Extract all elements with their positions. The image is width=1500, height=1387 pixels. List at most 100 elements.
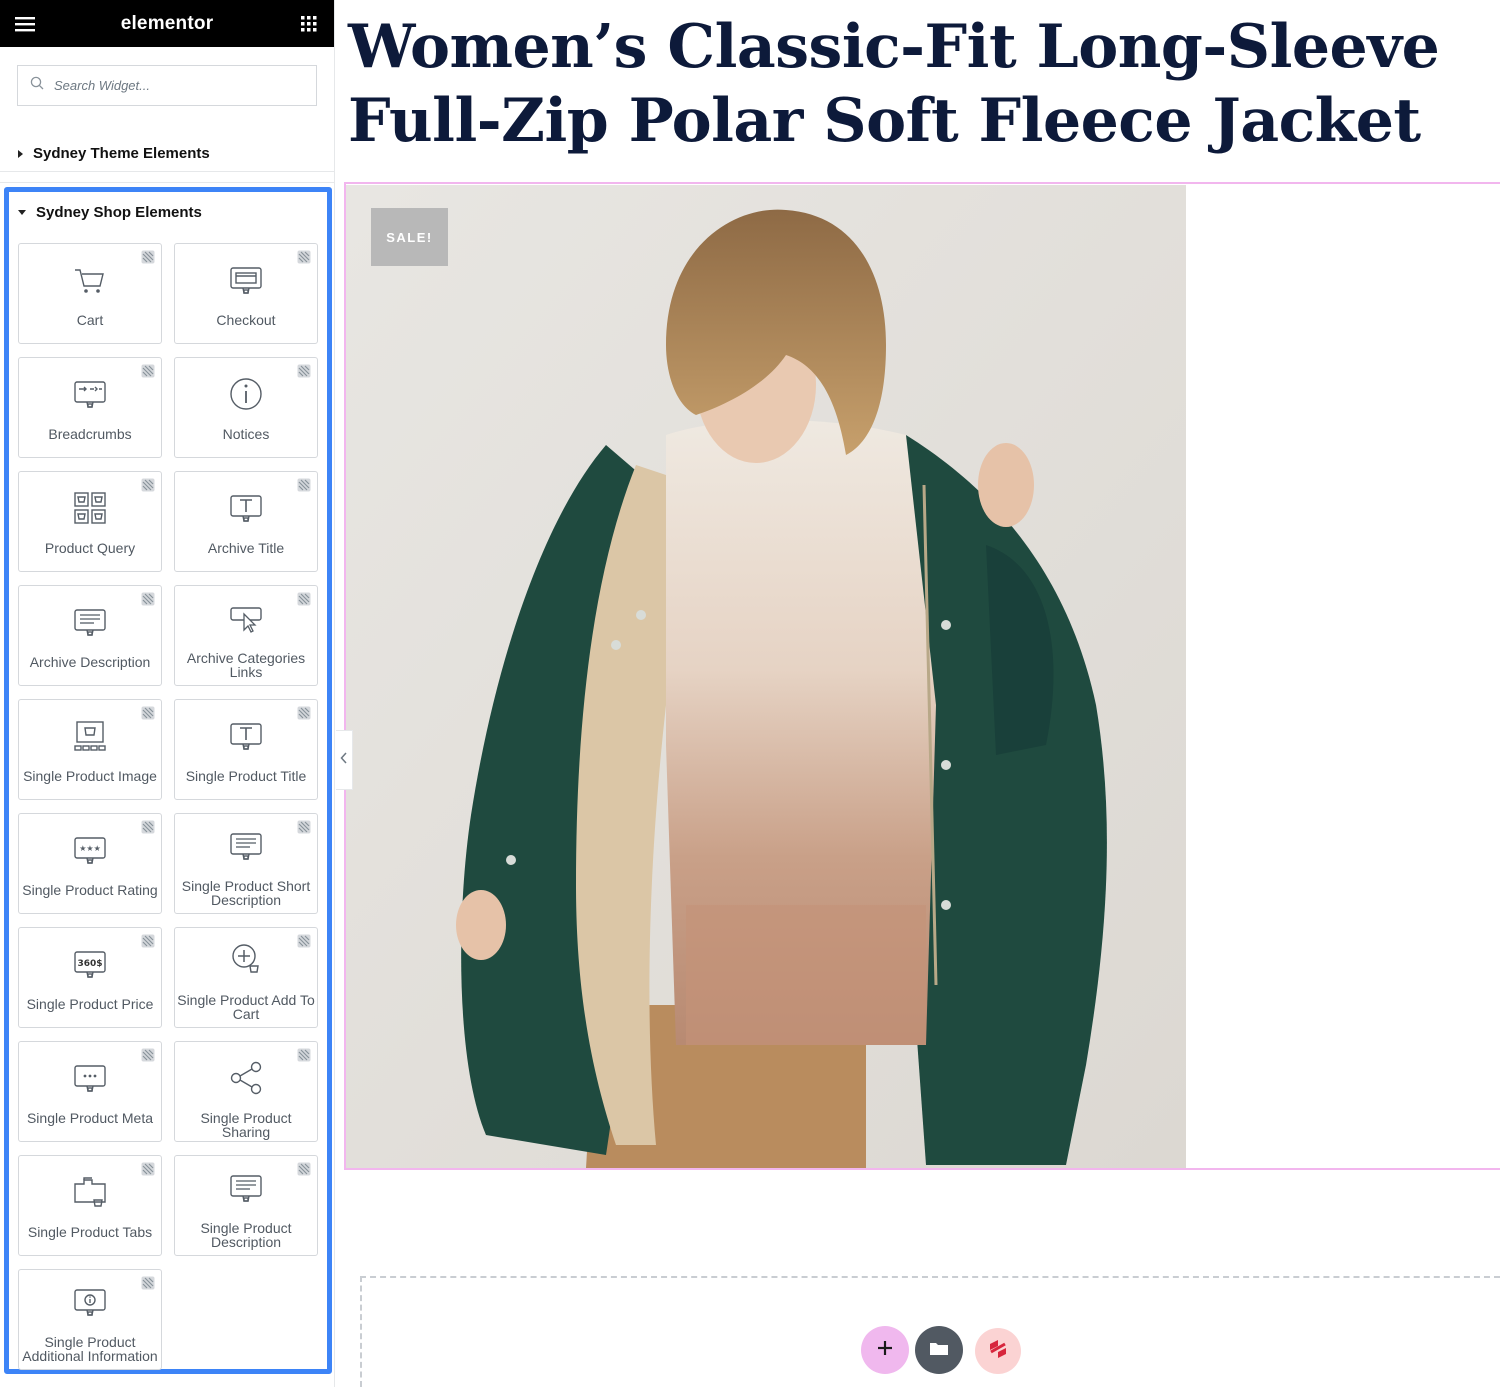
widget-label: Notices — [222, 426, 270, 442]
widget-panel: elementor Sydney Theme Elements — [0, 0, 335, 1387]
sydney-templates-button[interactable] — [975, 1328, 1021, 1374]
sydney-badge-icon — [297, 364, 311, 378]
widget-label: Archive Description — [29, 654, 151, 670]
sydney-badge-icon — [297, 820, 311, 834]
rating-icon: ★★★ — [72, 832, 108, 873]
sydney-badge-icon — [297, 478, 311, 492]
widget-tile[interactable]: Archive Title — [174, 471, 318, 572]
description-icon — [228, 1170, 264, 1211]
price-icon: 360$ — [72, 946, 108, 987]
widget-tile[interactable]: Single Product Tabs — [18, 1155, 162, 1256]
product-title[interactable]: Women’s Classic-Fit Long-Sleeve Full-Zip… — [348, 10, 1488, 158]
elementor-logo: elementor — [120, 12, 214, 34]
add-section-button[interactable] — [861, 1326, 909, 1374]
sydney-logo-icon — [987, 1338, 1009, 1365]
category-header-shop[interactable]: Sydney Shop Elements — [9, 192, 327, 232]
widget-tile[interactable]: Cart — [18, 243, 162, 344]
title-icon — [228, 718, 264, 759]
widget-label: Single Product Tabs — [27, 1224, 153, 1240]
widget-label: Archive Title — [207, 540, 285, 556]
widget-label: Single Product Sharing — [200, 1110, 292, 1140]
chevron-left-icon — [340, 751, 348, 769]
sydney-badge-icon — [141, 1276, 155, 1290]
search-box[interactable] — [17, 65, 317, 106]
sydney-badge-icon — [141, 250, 155, 264]
widget-label: Archive Categories Links — [186, 650, 306, 680]
sydney-badge-icon — [141, 478, 155, 492]
widget-label: Single Product Rating — [22, 882, 158, 898]
widget-tile[interactable]: Product Query — [18, 471, 162, 572]
category-sydney-theme-elements[interactable]: Sydney Theme Elements — [0, 125, 335, 183]
sydney-badge-icon — [297, 1162, 311, 1176]
title-line-2: Full-Zip Polar Soft Fleece Jacket — [348, 86, 1421, 156]
widget-label: Single Product Description — [200, 1220, 292, 1250]
breadcrumbs-icon — [72, 376, 108, 417]
sydney-badge-icon — [141, 1048, 155, 1062]
sydney-badge-icon — [297, 706, 311, 720]
hamburger-menu-icon[interactable] — [14, 13, 36, 35]
plus-icon — [876, 1339, 894, 1362]
widget-label: Breadcrumbs — [48, 426, 132, 442]
widget-tile[interactable]: Checkout — [174, 243, 318, 344]
sydney-badge-icon — [141, 1162, 155, 1176]
widget-tile[interactable]: Single Product Title — [174, 699, 318, 800]
widget-label: Single Product Title — [185, 768, 307, 784]
sydney-badge-icon — [297, 934, 311, 948]
sydney-badge-icon — [141, 706, 155, 720]
sydney-badge-icon — [141, 592, 155, 606]
sydney-badge-icon — [141, 820, 155, 834]
search-input[interactable] — [54, 78, 294, 93]
sydney-badge-icon — [141, 934, 155, 948]
widget-label: Cart — [76, 312, 104, 328]
widget-tile[interactable]: 360$ Single Product Price — [18, 927, 162, 1028]
widget-tile[interactable]: Archive Categories Links — [174, 585, 318, 686]
share-icon — [228, 1060, 264, 1101]
pointer-icon — [228, 600, 264, 641]
widget-label: Single Product Image — [23, 768, 157, 784]
widget-label: Checkout — [216, 312, 276, 328]
sydney-badge-icon — [297, 592, 311, 606]
widget-tile[interactable]: Single Product Additional Information — [18, 1269, 162, 1370]
widget-label: Single Product Price — [26, 996, 154, 1012]
widget-label: Product Query — [44, 540, 136, 556]
widget-tile[interactable]: Single Product Image — [18, 699, 162, 800]
title-icon — [228, 490, 264, 531]
additional-info-icon — [72, 1284, 108, 1325]
widget-tile[interactable]: Single Product Short Description — [174, 813, 318, 914]
sydney-badge-icon — [297, 1048, 311, 1062]
folder-icon — [929, 1340, 949, 1361]
elementor-editor: elementor Sydney Theme Elements — [0, 0, 1500, 1387]
category-label: Sydney Theme Elements — [33, 145, 210, 162]
widget-tile[interactable]: Single Product Description — [174, 1155, 318, 1256]
product-grid-icon — [72, 490, 108, 531]
apps-grid-icon[interactable] — [298, 13, 320, 35]
caret-right-icon — [18, 149, 23, 158]
add-to-cart-icon — [228, 942, 264, 983]
widget-label: Single Product Meta — [26, 1110, 154, 1126]
widget-tile[interactable]: Archive Description — [18, 585, 162, 686]
widget-tile[interactable]: Notices — [174, 357, 318, 458]
tabs-icon — [72, 1174, 108, 1215]
meta-icon — [72, 1060, 108, 1101]
widget-label: Single Product Add To Cart — [177, 992, 315, 1022]
search-icon — [30, 76, 44, 95]
add-template-button[interactable] — [915, 1326, 963, 1374]
description-icon — [228, 828, 264, 869]
checkout-icon — [228, 262, 264, 303]
product-image[interactable] — [346, 185, 1186, 1168]
sydney-badge-icon — [297, 250, 311, 264]
cart-icon — [72, 262, 108, 303]
widget-tile[interactable]: Single Product Sharing — [174, 1041, 318, 1142]
category-label: Sydney Shop Elements — [36, 203, 202, 221]
description-icon — [72, 604, 108, 645]
panel-header: elementor — [0, 0, 334, 47]
sale-badge: SALE! — [371, 208, 448, 266]
widget-tile[interactable]: Breadcrumbs — [18, 357, 162, 458]
widget-tile[interactable]: Single Product Meta — [18, 1041, 162, 1142]
widget-tile[interactable]: Single Product Add To Cart — [174, 927, 318, 1028]
collapse-panel-handle[interactable] — [336, 730, 353, 790]
svg-text:360$: 360$ — [77, 959, 102, 969]
widget-tile[interactable]: ★★★ Single Product Rating — [18, 813, 162, 914]
preview-canvas: Women’s Classic-Fit Long-Sleeve Full-Zip… — [336, 0, 1500, 1387]
widget-label: Single Product Additional Information — [22, 1334, 158, 1364]
